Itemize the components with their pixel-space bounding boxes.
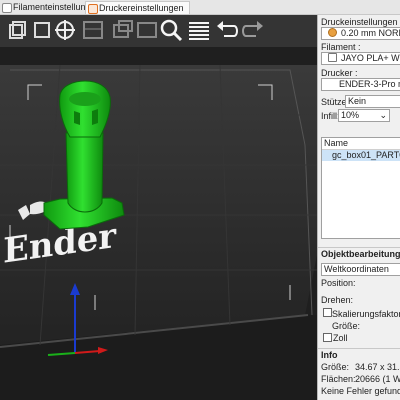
chevron-down-icon: ⌄: [379, 110, 387, 120]
scale-factors-label: Skalierungsfaktoren:: [332, 309, 400, 319]
search-button[interactable]: [158, 17, 184, 43]
printer-value: ENDER-3-Pro mit: [339, 79, 400, 89]
3d-viewport[interactable]: Ender: [0, 15, 317, 400]
cut-button[interactable]: [110, 17, 136, 43]
infill-value: 10%: [341, 110, 360, 120]
info-size-label: Größe:: [321, 362, 350, 372]
filament-value: JAYO PLA+ WHITE: [341, 53, 400, 63]
printer-icon: [328, 81, 335, 88]
rotate-label: Drehen:: [321, 295, 354, 305]
redo-button[interactable]: [240, 17, 266, 43]
object-list: Name gc_box01_PART06: [321, 137, 400, 239]
copy-icon: [9, 21, 26, 39]
info-faces-label: Flächen:: [321, 374, 356, 384]
gear-icon: [328, 28, 337, 37]
tab-bar: Filamenteinstellungen Druckereinstellung…: [0, 0, 400, 15]
layers-icon: [189, 22, 209, 40]
model-notch: [74, 111, 80, 125]
supports-select[interactable]: Kein: [345, 95, 400, 108]
crosshair-icon: [55, 20, 75, 40]
settings-panel: Druckeinstellungen : 0.20 mm NORMAL Fila…: [317, 15, 400, 400]
redo-icon: [242, 21, 263, 37]
list-item[interactable]: gc_box01_PART06: [322, 150, 400, 161]
filament-tab-icon: [2, 3, 12, 13]
tab-printer-settings[interactable]: Druckereinstellungen: [85, 1, 190, 14]
scene-canvas: Ender: [0, 64, 317, 400]
model-knob: [59, 80, 111, 138]
inch-label: Zoll: [333, 333, 348, 343]
printer-tab-icon: [88, 4, 98, 14]
model-notch: [92, 109, 98, 125]
lock-checkbox[interactable]: [323, 308, 332, 317]
filament-color-swatch-icon: [328, 53, 337, 62]
printer-select[interactable]: ENDER-3-Pro mit: [321, 78, 400, 91]
undo-icon: [217, 21, 238, 37]
print-settings-value: 0.20 mm NORMAL: [341, 28, 400, 38]
viewport-toolbar: [0, 15, 317, 47]
tab-filament-settings[interactable]: Filamenteinstellungen: [0, 1, 101, 13]
printer-label: Drucker :: [321, 68, 358, 78]
filament-label: Filament :: [321, 42, 361, 52]
coordinate-system-value: Weltkoordinaten: [324, 264, 389, 274]
info-errors-text: Keine Fehler gefunden: [321, 386, 400, 396]
model-shaft: [65, 132, 104, 213]
object-list-header: Name: [322, 138, 400, 150]
fit-button[interactable]: [80, 17, 106, 43]
tab-printer-settings-label: Druckereinstellungen: [99, 3, 184, 13]
infill-select[interactable]: 10% ⌄: [338, 109, 390, 122]
undo-button[interactable]: [214, 17, 240, 43]
coordinate-system-select[interactable]: Weltkoordinaten: [321, 263, 400, 276]
info-size-value: 34.67 x 31.50 x: [355, 362, 400, 372]
inch-checkbox[interactable]: [323, 333, 332, 342]
info-heading: Info: [318, 348, 400, 361]
print-settings-label: Druckeinstellungen :: [321, 17, 400, 27]
size-label: Größe:: [332, 321, 361, 331]
object-edit-heading: Objektbearbeitung: [318, 247, 400, 260]
print-settings-select[interactable]: 0.20 mm NORMAL: [321, 27, 400, 40]
info-faces-value: 20666 (1 Wand: [355, 374, 400, 384]
cut-icon: [113, 20, 133, 38]
filament-select[interactable]: JAYO PLA+ WHITE: [321, 52, 400, 65]
search-icon: [160, 19, 183, 42]
copy-button[interactable]: [4, 17, 30, 43]
infill-label: Infill:: [321, 111, 340, 121]
model-knob-top: [69, 92, 101, 106]
arrange-icon: [137, 22, 157, 38]
arrange-button[interactable]: [134, 17, 160, 43]
fit-icon: [83, 21, 103, 39]
position-label: Position:: [321, 278, 356, 288]
crosshair-button[interactable]: [52, 17, 78, 43]
supports-value: Kein: [348, 96, 367, 106]
layers-button[interactable]: [186, 17, 212, 43]
